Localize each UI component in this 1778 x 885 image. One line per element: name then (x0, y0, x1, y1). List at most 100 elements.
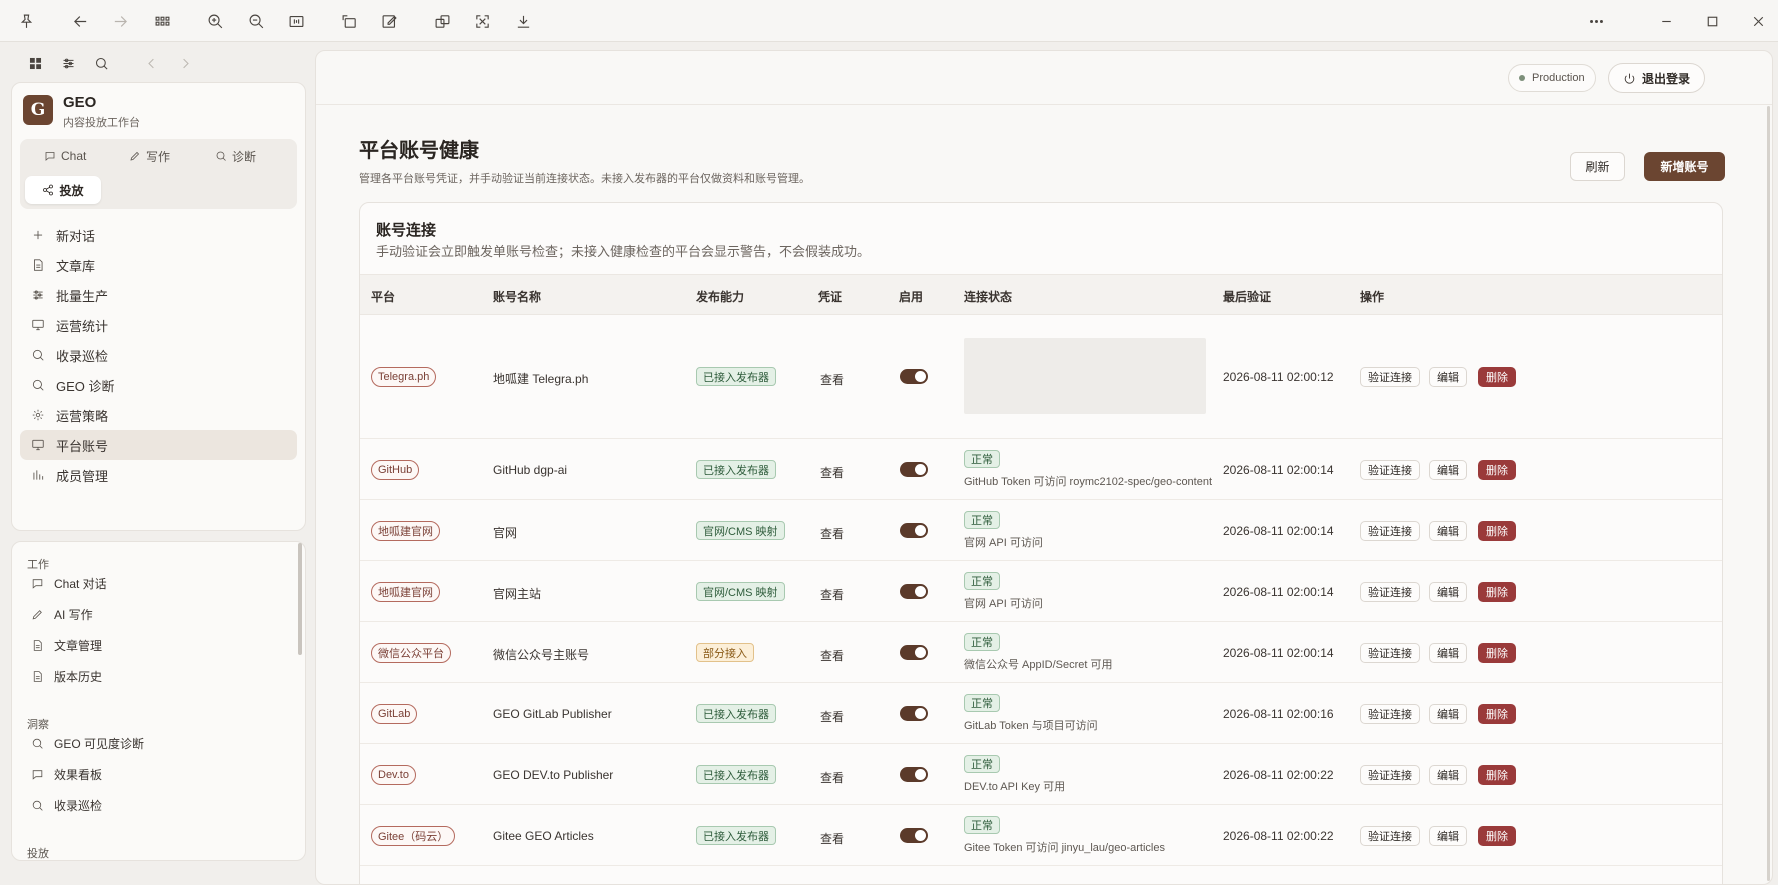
rotate-icon[interactable] (337, 9, 361, 33)
grid-icon[interactable] (150, 9, 174, 33)
enabled-toggle[interactable] (900, 462, 928, 477)
edit-button[interactable]: 编辑 (1429, 643, 1467, 663)
delete-button[interactable]: 删除 (1478, 582, 1516, 602)
column-header-account: 账号名称 (493, 290, 542, 304)
credential-view-link[interactable]: 查看 (820, 586, 844, 603)
edit-button[interactable]: 编辑 (1429, 367, 1467, 387)
main-scrollbar[interactable] (1767, 106, 1770, 881)
mode-tab-publish[interactable]: 投放 (25, 176, 101, 204)
copy-icon[interactable] (430, 9, 454, 33)
edit-button[interactable]: 编辑 (1429, 460, 1467, 480)
sidebar-item-label: 运营策略 (56, 408, 109, 424)
brand-subtitle: 内容投放工作台 (63, 117, 140, 129)
sidebar-item-batch[interactable]: 批量生产 (20, 280, 297, 310)
sidebar-item-strategy[interactable]: 运营策略 (20, 400, 297, 430)
delete-button[interactable]: 删除 (1478, 643, 1516, 663)
platform-badge: GitLab (371, 704, 418, 724)
mode-tab-write[interactable]: 写作 (129, 142, 170, 170)
minimize-icon[interactable] (1654, 9, 1678, 33)
verify-connection-button[interactable]: 验证连接 (1360, 826, 1420, 846)
sidebar-item-stats[interactable]: 运营统计 (20, 310, 297, 340)
delete-button[interactable]: 删除 (1478, 367, 1516, 387)
credential-view-link[interactable]: 查看 (820, 525, 844, 542)
verify-connection-button[interactable]: 验证连接 (1360, 704, 1420, 724)
mode-tab-label: Chat (61, 149, 87, 163)
sidebar-item-ai-write[interactable]: AI 写作 (20, 600, 280, 628)
delete-button[interactable]: 删除 (1478, 765, 1516, 785)
capability-badge: 已接入发布器 (696, 460, 776, 479)
sidebar-secondary-nav: 工作 Chat 对话 AI 写作 文章管理 版本历史 洞察 GEO 可见度诊断 … (11, 541, 306, 861)
sidebar-item-members[interactable]: 成员管理 (20, 460, 297, 490)
sidebar-item-geo-diagnose[interactable]: GEO 诊断 (20, 370, 297, 400)
zoom-in-icon[interactable] (203, 9, 227, 33)
credential-view-link[interactable]: 查看 (820, 647, 844, 664)
enabled-toggle[interactable] (900, 706, 928, 721)
zoom-out-icon[interactable] (244, 9, 268, 33)
app-toolbar (0, 0, 1778, 42)
edit-button[interactable]: 编辑 (1429, 704, 1467, 724)
platform-badge: 地呱建官网 (371, 521, 440, 541)
credential-view-link[interactable]: 查看 (820, 371, 844, 388)
delete-button[interactable]: 删除 (1478, 460, 1516, 480)
enabled-toggle[interactable] (900, 828, 928, 843)
sidebar-scrollbar[interactable] (298, 543, 302, 655)
sidebar-item-article-manage[interactable]: 文章管理 (20, 631, 280, 659)
enabled-toggle[interactable] (900, 767, 928, 782)
search-icon[interactable] (90, 52, 112, 74)
edit-button[interactable]: 编辑 (1429, 521, 1467, 541)
sidebar-item-dashboard[interactable]: 效果看板 (20, 760, 280, 788)
enabled-toggle[interactable] (900, 369, 928, 384)
credential-view-link[interactable]: 查看 (820, 708, 844, 725)
filter-sliders-icon[interactable] (57, 52, 79, 74)
capability-badge: 已接入发布器 (696, 765, 776, 784)
mode-tab-diagnose[interactable]: 诊断 (215, 142, 256, 170)
brand-name: GEO (63, 94, 97, 111)
delete-button[interactable]: 删除 (1478, 704, 1516, 724)
sidebar-item-index-check[interactable]: 收录巡检 (20, 340, 297, 370)
status-badge: 正常 (964, 572, 1000, 590)
apps-grid-icon[interactable] (24, 52, 46, 74)
edit-button[interactable]: 编辑 (1429, 826, 1467, 846)
edit-button[interactable]: 编辑 (1429, 765, 1467, 785)
verify-connection-button[interactable]: 验证连接 (1360, 765, 1420, 785)
delete-button[interactable]: 删除 (1478, 826, 1516, 846)
sidebar-item-version-history[interactable]: 版本历史 (20, 662, 280, 690)
add-account-button[interactable]: 新增账号 (1644, 152, 1725, 181)
edit-icon[interactable] (377, 9, 401, 33)
back-arrow-icon[interactable] (68, 9, 92, 33)
logout-label: 退出登录 (1642, 71, 1691, 86)
chevron-left-icon[interactable] (140, 52, 162, 74)
chevron-right-icon[interactable] (174, 52, 196, 74)
fullscreen-icon[interactable] (470, 9, 494, 33)
forward-arrow-icon[interactable] (108, 9, 132, 33)
pin-icon[interactable] (14, 9, 38, 33)
close-icon[interactable] (1746, 9, 1770, 33)
credential-view-link[interactable]: 查看 (820, 464, 844, 481)
delete-button[interactable]: 删除 (1478, 521, 1516, 541)
verify-connection-button[interactable]: 验证连接 (1360, 460, 1420, 480)
credential-view-link[interactable]: 查看 (820, 769, 844, 786)
sidebar-item-visibility[interactable]: GEO 可见度诊断 (20, 729, 280, 757)
edit-button[interactable]: 编辑 (1429, 582, 1467, 602)
refresh-button[interactable]: 刷新 (1570, 152, 1625, 181)
enabled-toggle[interactable] (900, 523, 928, 538)
verify-connection-button[interactable]: 验证连接 (1360, 582, 1420, 602)
sidebar-item-articles[interactable]: 文章库 (20, 250, 297, 280)
verify-connection-button[interactable]: 验证连接 (1360, 521, 1420, 541)
logout-button[interactable]: 退出登录 (1608, 63, 1706, 93)
download-icon[interactable] (511, 9, 535, 33)
enabled-toggle[interactable] (900, 645, 928, 660)
sidebar-item-chat[interactable]: Chat 对话 (20, 569, 280, 597)
credential-view-link[interactable]: 查看 (820, 830, 844, 847)
verify-connection-button[interactable]: 验证连接 (1360, 643, 1420, 663)
verify-connection-button[interactable]: 验证连接 (1360, 367, 1420, 387)
monitor-icon (32, 439, 44, 451)
sidebar-item-new-chat[interactable]: 新对话 (20, 220, 297, 250)
sidebar-item-index-patrol[interactable]: 收录巡检 (20, 791, 280, 819)
maximize-icon[interactable] (1700, 9, 1724, 33)
sidebar-item-platform-accounts[interactable]: 平台账号 (20, 430, 297, 460)
enabled-toggle[interactable] (900, 584, 928, 599)
mode-tab-chat[interactable]: Chat (44, 142, 86, 170)
fit-width-icon[interactable] (284, 9, 308, 33)
more-icon[interactable] (1584, 9, 1608, 33)
